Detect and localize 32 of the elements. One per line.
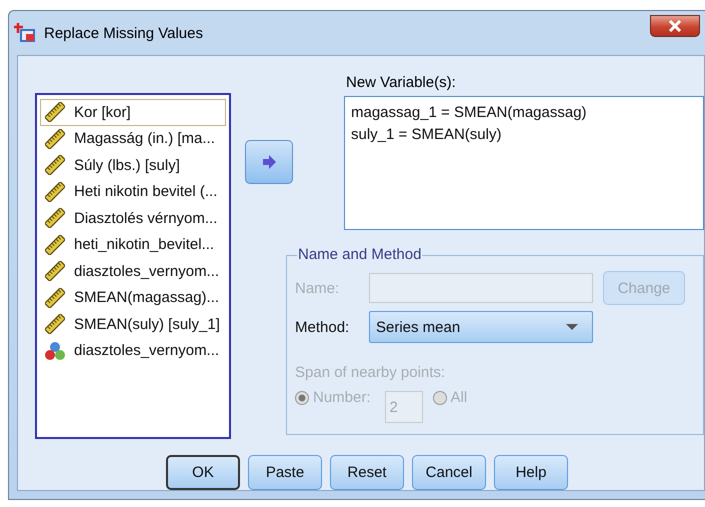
caret-icon — [566, 324, 578, 330]
dialog-button[interactable]: Help — [494, 455, 568, 490]
method-label: Method: — [295, 318, 350, 336]
new-variable-item[interactable]: suly_1 = SMEAN(suly) — [351, 124, 697, 146]
window-title: Replace Missing Values — [44, 24, 203, 42]
variable-item[interactable]: SMEAN(magassag)... — [40, 284, 226, 311]
variable-item[interactable]: Diasztolés vérnyom... — [40, 205, 226, 232]
new-variables-label: New Variable(s): — [346, 74, 457, 92]
close-button[interactable] — [650, 15, 700, 37]
app-icon — [14, 22, 36, 44]
variable-item[interactable]: Magasság (in.) [ma... — [40, 126, 226, 152]
dialog-button[interactable]: Paste — [248, 455, 322, 490]
variable-item[interactable]: diasztoles_vernyom... — [40, 258, 226, 284]
variable-item[interactable]: SMEAN(suly) [suly_1] — [40, 311, 226, 338]
variable-list[interactable] — [35, 93, 231, 439]
variable-item[interactable]: Kor [kor] — [40, 99, 226, 126]
new-variables-list[interactable]: magassag_1 = SMEAN(magassag) suly_1 = SMEAN(suly) — [344, 96, 704, 230]
close-icon — [668, 20, 682, 32]
arrow-icon — [260, 155, 277, 169]
nominal-icon — [45, 340, 65, 361]
dialog-button[interactable]: OK — [166, 455, 240, 490]
dialog-button[interactable]: Cancel — [412, 455, 486, 490]
method-dropdown[interactable]: Series mean — [369, 311, 593, 343]
dialog-button[interactable]: Reset — [330, 455, 404, 490]
variable-item[interactable]: heti_nikotin_bevitel... — [40, 232, 226, 258]
variable-item[interactable]: diasztoles_vernyom... — [40, 338, 226, 364]
variable-item[interactable]: Súly (lbs.) [suly] — [40, 152, 226, 178]
new-variable-item[interactable]: magassag_1 = SMEAN(magassag) — [351, 102, 697, 124]
variable-item[interactable]: Heti nikotin bevitel (... — [40, 178, 226, 205]
name-label: Name: — [295, 280, 340, 296]
span-label: Span of nearby points: — [295, 364, 446, 381]
move-button[interactable] — [244, 140, 293, 184]
